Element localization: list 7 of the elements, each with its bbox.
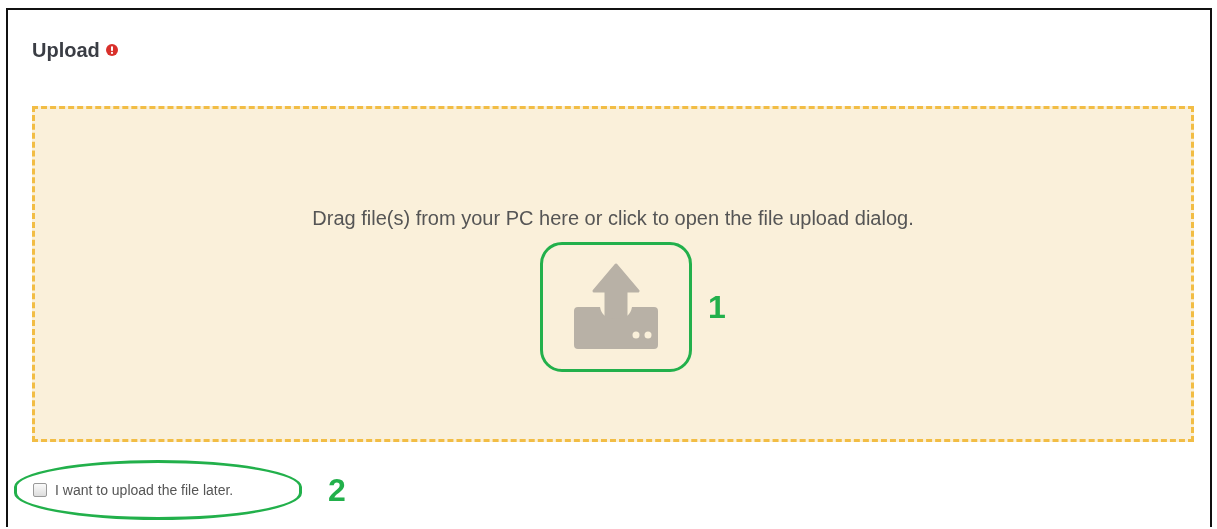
file-drop-zone[interactable]: Drag file(s) from your PC here or click to open the file upload dialog. 1 xyxy=(32,106,1194,442)
callout-number: 1 xyxy=(708,288,726,326)
upload-later-checkbox[interactable] xyxy=(33,483,47,497)
section-title: Upload xyxy=(32,38,100,62)
callout-number: 2 xyxy=(328,471,346,509)
drop-zone-message: Drag file(s) from your PC here or click to open the file upload dialog. xyxy=(312,207,914,230)
checkbox-label: I want to upload the file later. xyxy=(55,482,234,498)
